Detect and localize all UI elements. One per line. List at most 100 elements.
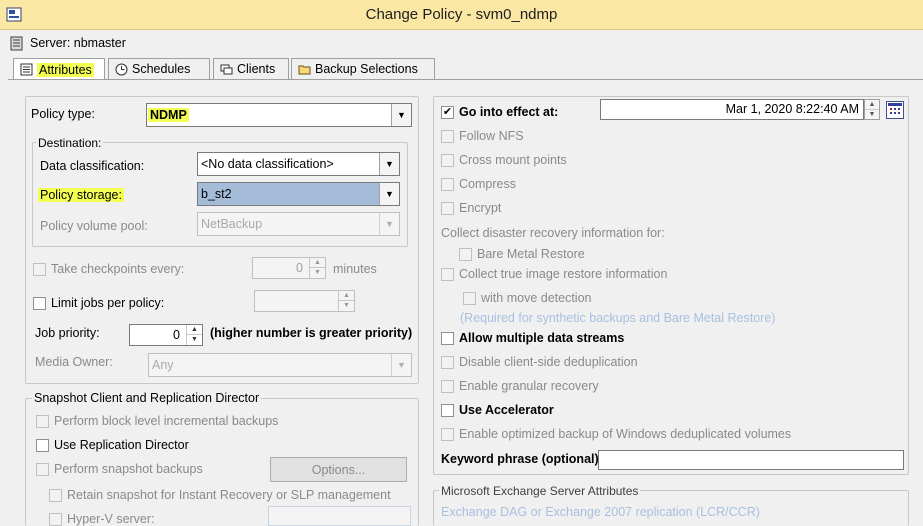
cross-mount-checkbox[interactable]: [441, 153, 454, 167]
chevron-down-icon[interactable]: ▼: [391, 354, 411, 376]
policy-storage-combo[interactable]: b_st2 ▼: [197, 182, 400, 206]
compress-label: Compress: [459, 177, 516, 191]
multiple-streams-row[interactable]: Allow multiple data streams: [441, 331, 624, 345]
replication-director-label: Use Replication Director: [54, 438, 189, 452]
snapshot-backups-checkbox[interactable]: [36, 462, 49, 476]
spinner-arrows[interactable]: ▲ ▼: [186, 325, 202, 345]
bare-metal-checkbox[interactable]: [459, 247, 472, 261]
data-classification-combo[interactable]: <No data classification> ▼: [197, 152, 400, 176]
limit-jobs-row[interactable]: Limit jobs per policy:: [33, 296, 164, 310]
keyword-input[interactable]: [598, 450, 904, 470]
hyperv-input[interactable]: [268, 506, 411, 526]
go-into-effect-label: Go into effect at:: [459, 105, 559, 119]
calendar-icon: [888, 103, 902, 114]
follow-nfs-checkbox[interactable]: [441, 129, 454, 143]
media-owner-label: Media Owner:: [35, 355, 113, 369]
job-priority-hint: (higher number is greater priority): [210, 326, 413, 340]
backup-selections-icon: [298, 65, 311, 74]
move-detection-row[interactable]: with move detection: [463, 291, 591, 305]
chevron-down-icon[interactable]: ▼: [391, 104, 411, 126]
granular-row[interactable]: Enable granular recovery: [441, 379, 599, 393]
hyperv-checkbox[interactable]: [49, 512, 62, 526]
snapshot-backups-label: Perform snapshot backups: [54, 462, 203, 476]
true-image-label: Collect true image restore information: [459, 267, 668, 281]
replication-director-row[interactable]: Use Replication Director: [36, 438, 189, 452]
title-bar: Change Policy - svm0_ndmp: [0, 0, 923, 30]
bare-metal-row[interactable]: Bare Metal Restore: [459, 247, 585, 261]
tab-attributes[interactable]: Attributes: [13, 58, 105, 80]
multiple-streams-checkbox[interactable]: [441, 331, 454, 345]
chevron-down-icon[interactable]: ▼: [379, 153, 399, 175]
accelerator-checkbox[interactable]: [441, 403, 454, 417]
cross-mount-label: Cross mount points: [459, 153, 567, 167]
media-owner-value: Any: [152, 358, 174, 372]
calendar-button[interactable]: [886, 101, 904, 119]
retain-snapshot-row[interactable]: Retain snapshot for Instant Recovery or …: [49, 488, 391, 502]
close-icon: [902, 5, 914, 17]
block-level-checkbox[interactable]: [36, 414, 49, 428]
limit-jobs-checkbox[interactable]: [33, 296, 46, 310]
spinner-arrows[interactable]: ▲ ▼: [309, 258, 325, 278]
optimized-backup-row[interactable]: Enable optimized backup of Windows dedup…: [441, 427, 791, 441]
disaster-recovery-label: Collect disaster recovery information fo…: [441, 226, 665, 240]
tab-label: Backup Selections: [315, 62, 418, 76]
policy-type-combo[interactable]: NDMP ▼: [146, 103, 412, 127]
server-bar: [0, 31, 923, 55]
client-dedup-checkbox[interactable]: [441, 355, 454, 369]
cross-mount-row[interactable]: Cross mount points: [441, 153, 567, 167]
go-into-effect-checkbox[interactable]: ✔: [441, 105, 454, 119]
job-priority-spinner[interactable]: 0 ▲ ▼: [129, 324, 203, 346]
compress-row[interactable]: Compress: [441, 177, 516, 191]
go-into-effect-row[interactable]: ✔ Go into effect at:: [441, 105, 558, 119]
take-checkpoints-value: 0: [296, 261, 303, 275]
block-level-row[interactable]: Perform block level incremental backups: [36, 414, 278, 428]
attributes-icon: [20, 63, 33, 76]
bare-metal-label: Bare Metal Restore: [477, 247, 585, 261]
tab-schedules[interactable]: Schedules: [108, 58, 210, 79]
encrypt-row[interactable]: Encrypt: [441, 201, 501, 215]
schedules-icon: [115, 63, 128, 75]
server-label: Server: nbmaster: [30, 36, 126, 50]
take-checkpoints-row[interactable]: Take checkpoints every:: [33, 262, 184, 276]
take-checkpoints-checkbox[interactable]: [33, 262, 46, 276]
snapshot-backups-row[interactable]: Perform snapshot backups: [36, 462, 203, 476]
compress-checkbox[interactable]: [441, 177, 454, 191]
go-into-effect-input[interactable]: Mar 1, 2020 8:22:40 AM: [600, 99, 864, 120]
true-image-row[interactable]: Collect true image restore information: [441, 267, 667, 281]
granular-checkbox[interactable]: [441, 379, 454, 393]
date-spinner[interactable]: ▲ ▼: [864, 99, 880, 120]
close-button[interactable]: [893, 0, 923, 22]
server-icon: [10, 36, 23, 51]
tab-divider: [8, 79, 923, 80]
options-button[interactable]: Options...: [270, 457, 407, 482]
policy-volume-pool-value: NetBackup: [201, 217, 263, 231]
exchange-legend: Microsoft Exchange Server Attributes: [439, 484, 641, 498]
limit-jobs-spinner[interactable]: ▲ ▼: [254, 290, 355, 312]
retain-snapshot-label: Retain snapshot for Instant Recovery or …: [67, 488, 391, 502]
chevron-down-icon[interactable]: ▼: [379, 213, 399, 235]
replication-director-checkbox[interactable]: [36, 438, 49, 452]
retain-snapshot-checkbox[interactable]: [49, 488, 62, 502]
destination-legend: Destination:: [36, 136, 104, 150]
chevron-down-icon[interactable]: ▼: [379, 183, 399, 205]
accelerator-label: Use Accelerator: [459, 403, 554, 417]
follow-nfs-row[interactable]: Follow NFS: [441, 129, 524, 143]
tab-backup-selections[interactable]: Backup Selections: [291, 58, 435, 79]
hyperv-row[interactable]: Hyper-V server:: [49, 512, 155, 526]
optimized-backup-checkbox[interactable]: [441, 427, 454, 441]
take-checkpoints-spinner[interactable]: 0 ▲ ▼: [252, 257, 326, 279]
accelerator-row[interactable]: Use Accelerator: [441, 403, 554, 417]
take-checkpoints-label: Take checkpoints every:: [51, 262, 185, 276]
minutes-label: minutes: [333, 262, 377, 276]
exchange-note: Exchange DAG or Exchange 2007 replicatio…: [441, 505, 760, 519]
encrypt-checkbox[interactable]: [441, 201, 454, 215]
move-detection-checkbox[interactable]: [463, 291, 476, 305]
true-image-checkbox[interactable]: [441, 267, 454, 281]
required-note: (Required for synthetic backups and Bare…: [460, 311, 776, 325]
spinner-arrows[interactable]: ▲ ▼: [338, 291, 354, 311]
policy-volume-pool-combo[interactable]: NetBackup ▼: [197, 212, 400, 236]
client-dedup-row[interactable]: Disable client-side deduplication: [441, 355, 638, 369]
media-owner-combo[interactable]: Any ▼: [148, 353, 412, 377]
tab-clients[interactable]: Clients: [213, 58, 289, 79]
policy-storage-label: Policy storage:: [38, 188, 124, 202]
